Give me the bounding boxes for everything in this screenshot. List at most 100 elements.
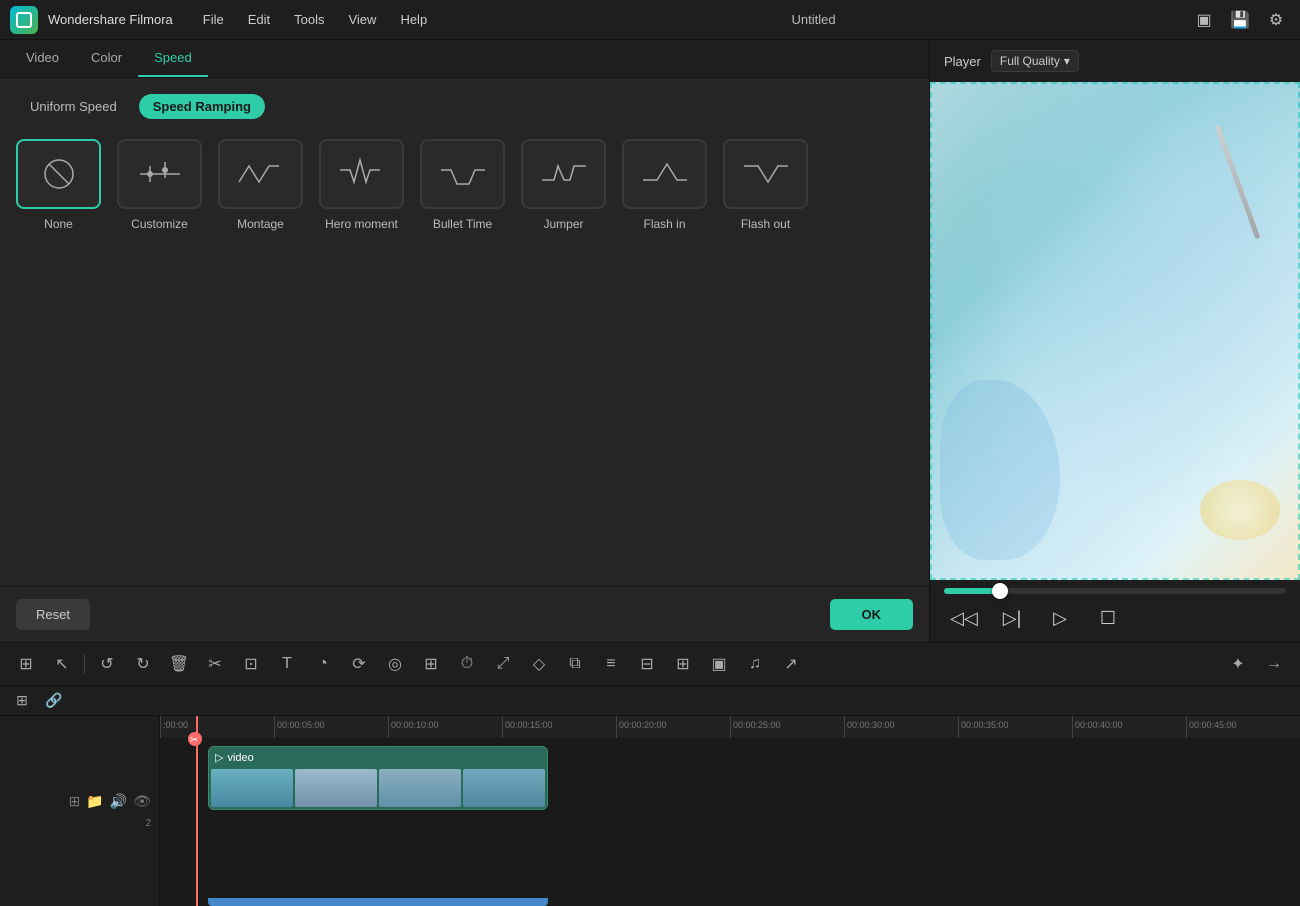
- reset-button[interactable]: Reset: [16, 599, 90, 630]
- menu-help[interactable]: Help: [390, 8, 437, 31]
- clip-thumbnails: [209, 747, 547, 809]
- quality-select[interactable]: Full Quality ▾: [991, 50, 1079, 72]
- circle-tool-icon[interactable]: ◎: [379, 648, 411, 680]
- add-track-icon[interactable]: ⊞: [10, 689, 34, 713]
- grid-view-icon[interactable]: ⊞: [10, 648, 42, 680]
- tab-color[interactable]: Color: [75, 40, 138, 77]
- toolbar-right: ✦ →: [1222, 648, 1290, 680]
- preset-hero-moment[interactable]: Hero moment: [319, 139, 404, 231]
- right-panel: Player Full Quality ▾ ◁◁ ▷|: [930, 40, 1300, 642]
- folder-icon[interactable]: 📁: [86, 793, 103, 810]
- speed-subtabs: Uniform Speed Speed Ramping: [16, 94, 913, 119]
- tab-speed[interactable]: Speed: [138, 40, 208, 77]
- layer-icon[interactable]: ⊞: [415, 648, 447, 680]
- expand-icon[interactable]: ⤢: [487, 648, 519, 680]
- preset-bullet-time[interactable]: Bullet Time: [420, 139, 505, 231]
- save-icon[interactable]: 💾: [1226, 6, 1254, 34]
- panel-footer: Reset OK: [0, 586, 929, 642]
- preset-label-hero: Hero moment: [325, 217, 398, 231]
- preset-none[interactable]: None: [16, 139, 101, 231]
- preset-thumb-bullet: [420, 139, 505, 209]
- clip-label: ▷ video: [215, 751, 254, 764]
- rewind-button[interactable]: ◁◁: [948, 602, 980, 634]
- delete-icon[interactable]: 🗑: [163, 648, 195, 680]
- customize-icon: [130, 152, 190, 196]
- bars-icon[interactable]: ≡: [595, 648, 627, 680]
- subtab-speed-ramping[interactable]: Speed Ramping: [139, 94, 265, 119]
- bullet-icon: [433, 152, 493, 196]
- step-back-button[interactable]: ▷|: [996, 602, 1028, 634]
- menu-file[interactable]: File: [193, 8, 234, 31]
- play-icon: ▷: [215, 751, 223, 764]
- cursor2-icon[interactable]: ↗: [775, 648, 807, 680]
- volume-icon[interactable]: 🔊: [110, 793, 127, 810]
- scissors-icon: ✂: [188, 732, 202, 746]
- timeline-ruler: :00:00 00:00:05:00 00:00:10:00 00:00:15:…: [160, 716, 1300, 738]
- select-tool-icon[interactable]: ↖: [46, 648, 78, 680]
- playhead-handle[interactable]: ✂: [188, 732, 202, 746]
- stop-button[interactable]: ☐: [1092, 602, 1124, 634]
- timeline-header: ⊞ 🔗: [0, 686, 1300, 716]
- preset-label-jumper: Jumper: [543, 217, 583, 231]
- speaker-icon[interactable]: ♫: [739, 648, 771, 680]
- progress-bar[interactable]: [944, 588, 1286, 594]
- clip-thumb-3: [379, 769, 461, 807]
- clip-thumb-2: [295, 769, 377, 807]
- grid-icon[interactable]: ⊞: [69, 793, 81, 810]
- preset-label-bullet: Bullet Time: [433, 217, 492, 231]
- presets-grid: None Customize: [16, 139, 913, 231]
- cut-icon[interactable]: ✂: [199, 648, 231, 680]
- play-button[interactable]: ▷: [1044, 602, 1076, 634]
- video-clip[interactable]: ▷ video: [208, 746, 548, 810]
- preset-label-montage: Montage: [237, 217, 284, 231]
- merge-icon[interactable]: ⊞: [667, 648, 699, 680]
- preset-jumper[interactable]: Jumper: [521, 139, 606, 231]
- track-area: :00:00 00:00:05:00 00:00:10:00 00:00:15:…: [160, 716, 1300, 906]
- settings-icon[interactable]: ⚙: [1262, 6, 1290, 34]
- panel-tabs: Video Color Speed: [0, 40, 929, 78]
- player-label: Player: [944, 54, 981, 69]
- eye-icon[interactable]: 👁: [133, 793, 151, 810]
- menu-view[interactable]: View: [338, 8, 386, 31]
- preset-customize[interactable]: Customize: [117, 139, 202, 231]
- menu-tools[interactable]: Tools: [284, 8, 334, 31]
- crop-icon[interactable]: ⊡: [235, 648, 267, 680]
- preset-flash-out[interactable]: Flash out: [723, 139, 808, 231]
- clip-thumb-4: [463, 769, 545, 807]
- sparkle-icon[interactable]: ✦: [1222, 648, 1254, 680]
- clip-thumb-1: [211, 769, 293, 807]
- hero-icon: [332, 152, 392, 196]
- playhead-top: ✂: [188, 732, 202, 746]
- diamond-icon[interactable]: ◇: [523, 648, 555, 680]
- undo-icon[interactable]: ↺: [91, 648, 123, 680]
- redo-icon[interactable]: ↻: [127, 648, 159, 680]
- preset-label-flashin: Flash in: [643, 217, 685, 231]
- arrow-right-icon[interactable]: →: [1258, 648, 1290, 680]
- tab-video[interactable]: Video: [10, 40, 75, 77]
- clock-icon[interactable]: ◔: [307, 648, 339, 680]
- preset-montage[interactable]: Montage: [218, 139, 303, 231]
- timer-icon[interactable]: ⏱: [451, 648, 483, 680]
- text-icon[interactable]: T: [271, 648, 303, 680]
- ruler-mark-2: 00:00:10:00: [388, 716, 502, 738]
- monitor-icon[interactable]: ▣: [1190, 6, 1218, 34]
- video-preview: [930, 82, 1300, 580]
- link-icon[interactable]: 🔗: [42, 689, 66, 713]
- ruler-mark-5: 00:00:25:00: [730, 716, 844, 738]
- split-icon[interactable]: ⊟: [631, 648, 663, 680]
- menubar-right: ▣ 💾 ⚙: [1190, 6, 1290, 34]
- sliders-icon[interactable]: ⧉: [559, 648, 591, 680]
- progress-knob[interactable]: [992, 583, 1008, 599]
- refresh-icon[interactable]: ⟳: [343, 648, 375, 680]
- menu-edit[interactable]: Edit: [238, 8, 280, 31]
- subtab-uniform-speed[interactable]: Uniform Speed: [16, 94, 131, 119]
- ruler-mark-6: 00:00:30:00: [844, 716, 958, 738]
- ok-button[interactable]: OK: [830, 599, 914, 630]
- preset-thumb-customize: [117, 139, 202, 209]
- preset-flash-in[interactable]: Flash in: [622, 139, 707, 231]
- timeline: ⊞ 🔗 ⊞ 📁 🔊 👁 2 :00:00 00:00:05:00 00:00:1…: [0, 686, 1300, 906]
- track-number: 2: [145, 818, 151, 829]
- video-clip-icon[interactable]: ▣: [703, 648, 735, 680]
- app-logo: [10, 6, 38, 34]
- chevron-down-icon: ▾: [1064, 54, 1070, 68]
